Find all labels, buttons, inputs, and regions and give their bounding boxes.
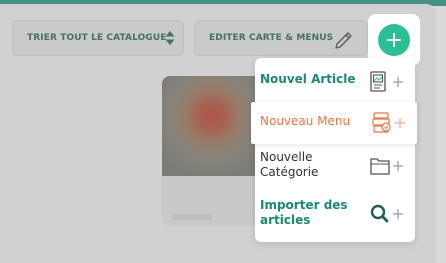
article-image-icon — [370, 71, 403, 92]
menu-item-import-articles[interactable]: Importer des articles — [255, 198, 415, 230]
menu-item-new-category[interactable]: Nouvelle Catégorie — [255, 150, 415, 182]
menu-item-new-article[interactable]: Nouvel Article — [255, 70, 415, 94]
search-icon — [370, 204, 403, 223]
menu-item-new-menu[interactable]: Nouveau Menu — [251, 102, 417, 144]
menu-stack-icon — [372, 112, 405, 133]
plus-icon — [387, 33, 401, 47]
add-circle — [378, 24, 410, 56]
add-dropdown-menu: Nouvel Article Nouveau Menu Nouvelle Cat… — [251, 58, 417, 242]
folder-icon — [370, 158, 403, 175]
